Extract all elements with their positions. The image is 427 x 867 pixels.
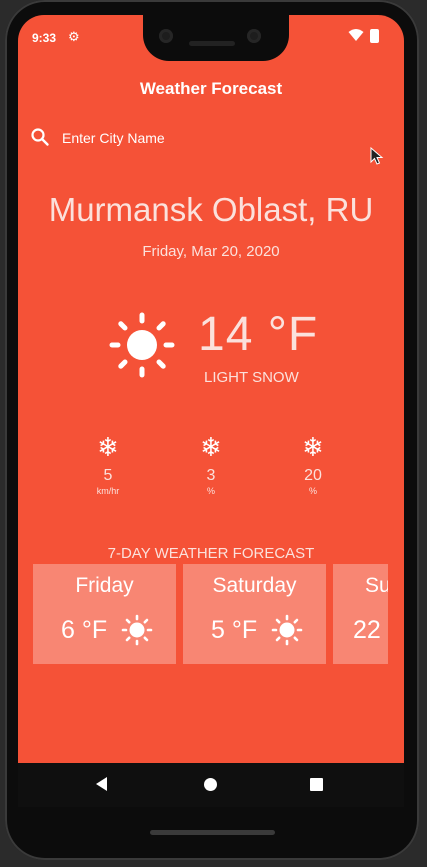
recent-apps-icon[interactable] bbox=[310, 778, 323, 791]
current-temperature: 14 °F bbox=[198, 308, 319, 361]
snowflake-icon: ❄ bbox=[302, 432, 324, 462]
snowflake-icon: ❄ bbox=[97, 432, 119, 462]
status-time: 9:33 bbox=[32, 31, 57, 45]
forecast-day: Su bbox=[365, 574, 388, 597]
humidity-stat: ❄ 20 % bbox=[283, 433, 343, 496]
forecast-day: Friday bbox=[75, 574, 134, 597]
speaker-grille bbox=[189, 41, 235, 46]
mouse-cursor-icon bbox=[370, 147, 384, 165]
camera-icon bbox=[247, 29, 261, 43]
snow-stat: ❄ 3 % bbox=[181, 433, 241, 496]
camera-notch bbox=[143, 15, 289, 61]
snow-unit: % bbox=[206, 486, 215, 496]
app-title: Weather Forecast bbox=[139, 79, 283, 98]
search-icon[interactable] bbox=[30, 127, 50, 147]
sun-icon bbox=[121, 614, 153, 646]
wind-speed-value: 5 bbox=[103, 467, 113, 484]
forecast-day: Saturday bbox=[212, 574, 297, 597]
gear-icon: ⚙ bbox=[68, 29, 80, 44]
weather-description: LIGHT SNOW bbox=[204, 369, 299, 386]
android-nav-bar bbox=[18, 763, 404, 807]
humidity-unit: % bbox=[308, 486, 317, 496]
wifi-icon bbox=[348, 29, 364, 41]
battery-icon bbox=[370, 29, 379, 43]
wind-speed-stat: ❄ 5 km/hr bbox=[78, 433, 138, 496]
forecast-card-friday[interactable]: Friday 6 °F bbox=[33, 564, 176, 664]
phone-chin-bar bbox=[150, 830, 275, 835]
snow-value: 3 bbox=[206, 467, 216, 484]
search-bar[interactable] bbox=[30, 125, 370, 153]
forecast-card-sunday[interactable]: Su 22 bbox=[333, 564, 388, 664]
snowflake-icon: ❄ bbox=[200, 432, 222, 462]
wind-speed-unit: km/hr bbox=[96, 486, 120, 496]
camera-icon bbox=[159, 29, 173, 43]
home-icon[interactable] bbox=[204, 778, 217, 791]
app-screen: 9:33 ⚙ Weather Forecast Murmansk Oblast,… bbox=[18, 15, 404, 763]
forecast-temp: 22 bbox=[353, 616, 381, 644]
humidity-value: 20 bbox=[304, 467, 322, 484]
forecast-card-saturday[interactable]: Saturday 5 °F bbox=[183, 564, 326, 664]
sun-icon bbox=[271, 614, 303, 646]
forecast-list[interactable]: Friday 6 °F Saturday 5 °F Su 22 bbox=[33, 564, 388, 664]
forecast-temp: 5 °F bbox=[211, 616, 258, 644]
forecast-temp: 6 °F bbox=[61, 616, 108, 644]
current-date: Friday, Mar 20, 2020 bbox=[142, 243, 280, 260]
sun-icon bbox=[109, 312, 175, 378]
search-input[interactable] bbox=[62, 125, 362, 151]
forecast-title: 7-DAY WEATHER FORECAST bbox=[107, 545, 315, 562]
city-name: Murmansk Oblast, RU bbox=[48, 191, 374, 228]
back-icon[interactable] bbox=[96, 777, 107, 791]
